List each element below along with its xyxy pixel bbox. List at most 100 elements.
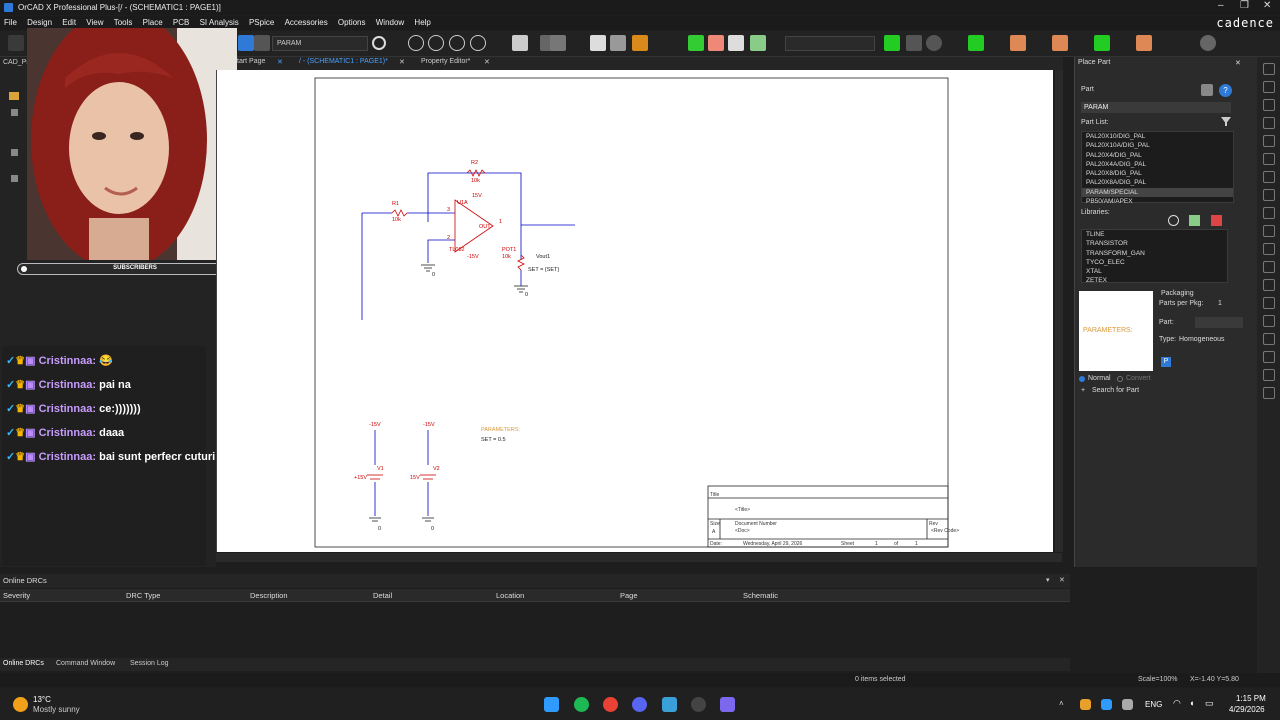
close-icon[interactable]: ✕ (1263, 0, 1271, 15)
menu-window[interactable]: Window (372, 16, 408, 30)
bias-current-icon[interactable] (1136, 35, 1152, 51)
place-text-icon[interactable] (1262, 279, 1275, 291)
tab-online-drcs[interactable]: Online DRCs (3, 660, 44, 667)
pcb-icon[interactable] (688, 35, 704, 51)
minimize-icon[interactable]: – (1218, 0, 1224, 15)
tree-node-icon[interactable] (11, 175, 18, 182)
pin-icon[interactable] (1200, 35, 1216, 51)
library-item[interactable]: ZETEX (1082, 276, 1227, 285)
bom-icon[interactable] (632, 35, 648, 51)
add-library-icon[interactable] (1201, 84, 1213, 96)
tray-app-icon[interactable] (1080, 699, 1091, 710)
remove-library-icon[interactable] (1211, 215, 1222, 226)
no-connect-icon[interactable] (1262, 261, 1275, 273)
tab-close-icon[interactable]: ✕ (399, 58, 405, 66)
volume-icon[interactable]: ◖ (1189, 698, 1194, 708)
tab-property-editor[interactable]: Property Editor* (421, 58, 470, 65)
part-select[interactable] (1195, 317, 1243, 328)
part-list-item[interactable]: PB50/AM/APEX (1082, 197, 1233, 206)
part-list-item[interactable]: PAL20X4/DIG_PAL (1082, 151, 1233, 160)
menu-accessories[interactable]: Accessories (281, 16, 332, 30)
place-line-icon[interactable] (1262, 297, 1275, 309)
refresh-icon[interactable] (1168, 215, 1179, 226)
check-icon[interactable] (750, 35, 766, 51)
property-combo[interactable] (785, 36, 875, 51)
backannotate-icon[interactable] (708, 35, 724, 51)
clock-time[interactable]: 1:15 PM (1236, 694, 1266, 703)
menu-help[interactable]: Help (410, 16, 434, 30)
tree-node-icon[interactable] (11, 149, 18, 156)
col-schematic[interactable]: Schematic (743, 591, 778, 600)
part-list-item[interactable]: PAL20X4A/DIG_PAL (1082, 160, 1233, 169)
part-list-item[interactable]: PAL20X10A/DIG_PAL (1082, 141, 1233, 150)
place-wire-icon[interactable] (1262, 99, 1275, 111)
expand-icon[interactable]: + (1081, 387, 1085, 394)
tray-dropbox-icon[interactable] (1101, 699, 1112, 710)
language-indicator[interactable]: ENG (1145, 700, 1162, 709)
spotify-icon[interactable] (574, 697, 589, 712)
place-wire-icon[interactable] (884, 35, 900, 51)
place-part-icon[interactable] (1262, 81, 1275, 93)
menu-options[interactable]: Options (334, 16, 370, 30)
library-item[interactable]: TRANSFORM_GAN (1082, 249, 1227, 258)
cross-ref-icon[interactable] (550, 35, 566, 51)
place-off-page-icon[interactable] (1262, 243, 1275, 255)
drc-icon[interactable] (610, 35, 626, 51)
tree-node-icon[interactable] (11, 109, 18, 116)
col-drc-type[interactable]: DRC Type (126, 591, 160, 600)
panel-menu-icon[interactable]: ▾ (1046, 576, 1050, 584)
part-list-item[interactable]: PAL20X8A/DIG_PAL (1082, 178, 1233, 187)
tray-usb-icon[interactable] (1122, 699, 1133, 710)
canvas-vscrollbar[interactable] (1055, 70, 1063, 552)
clock-date[interactable]: 4/29/2026 (1229, 705, 1265, 714)
bias-voltage-icon[interactable] (1094, 35, 1110, 51)
select-icon[interactable] (238, 35, 254, 51)
pointer-icon[interactable] (1262, 63, 1275, 75)
col-detail[interactable]: Detail (373, 591, 392, 600)
marker-power-icon[interactable] (1052, 35, 1068, 51)
part-combo[interactable]: PARAM (272, 36, 368, 51)
convert-radio[interactable] (1117, 376, 1123, 382)
schematic-drawing[interactable]: R2 10k R1 10k U1A TL082 3 2 1 15V -15V O… (217, 70, 1054, 552)
weather-desc[interactable]: Mostly sunny (33, 705, 80, 714)
part-list[interactable]: PAL20X10/DIG_PAL PAL20X10A/DIG_PAL PAL20… (1081, 131, 1234, 206)
part-list-item[interactable]: PAL20X10/DIG_PAL (1082, 132, 1233, 141)
tab-command-window[interactable]: Command Window (56, 660, 115, 667)
place-net-alias-icon[interactable] (1262, 153, 1275, 165)
add-library-icon[interactable] (1189, 215, 1200, 226)
col-severity[interactable]: Severity (3, 591, 30, 600)
place-picture-icon[interactable] (1262, 387, 1275, 399)
zoom-out-icon[interactable] (428, 35, 444, 51)
place-ground-icon[interactable] (1262, 189, 1275, 201)
orcad-icon[interactable] (662, 697, 677, 712)
place-rect-icon[interactable] (1262, 315, 1275, 327)
library-item[interactable]: TLINE (1082, 230, 1227, 239)
netlist-icon[interactable] (590, 35, 606, 51)
canvas-hscrollbar[interactable] (216, 553, 1062, 562)
wifi-icon[interactable]: ◠ (1173, 698, 1181, 709)
run-icon[interactable] (926, 35, 942, 51)
col-description[interactable]: Description (250, 591, 288, 600)
help-icon[interactable]: ? (1219, 84, 1232, 97)
tab-close-icon[interactable]: ✕ (484, 58, 490, 66)
tray-chevron-icon[interactable]: ˄ (1059, 699, 1064, 708)
new-file-icon[interactable] (8, 35, 24, 51)
panel-close-icon[interactable]: ✕ (1059, 576, 1065, 584)
tab-session-log[interactable]: Session Log (130, 660, 169, 667)
panel-close-icon[interactable]: ✕ (1235, 59, 1241, 67)
weather-temp[interactable]: 13°C (33, 695, 51, 704)
col-page[interactable]: Page (620, 591, 638, 600)
place-ellipse-icon[interactable] (1262, 333, 1275, 345)
tab-start-page[interactable]: tart Page (237, 58, 265, 65)
zoom-fit-icon[interactable] (449, 35, 465, 51)
place-hier-block-icon[interactable] (1262, 207, 1275, 219)
zoom-in-icon[interactable] (408, 35, 424, 51)
place-arc-icon[interactable] (1262, 351, 1275, 363)
col-location[interactable]: Location (496, 591, 524, 600)
part-list-item-selected[interactable]: PARAM/SPECIAL (1082, 187, 1233, 198)
library-item[interactable]: TYCO_ELEC (1082, 258, 1227, 267)
report-icon[interactable] (728, 35, 744, 51)
part-input[interactable]: PARAM (1081, 102, 1231, 113)
place-junction-icon[interactable] (1262, 135, 1275, 147)
place-polyline-icon[interactable] (1262, 369, 1275, 381)
